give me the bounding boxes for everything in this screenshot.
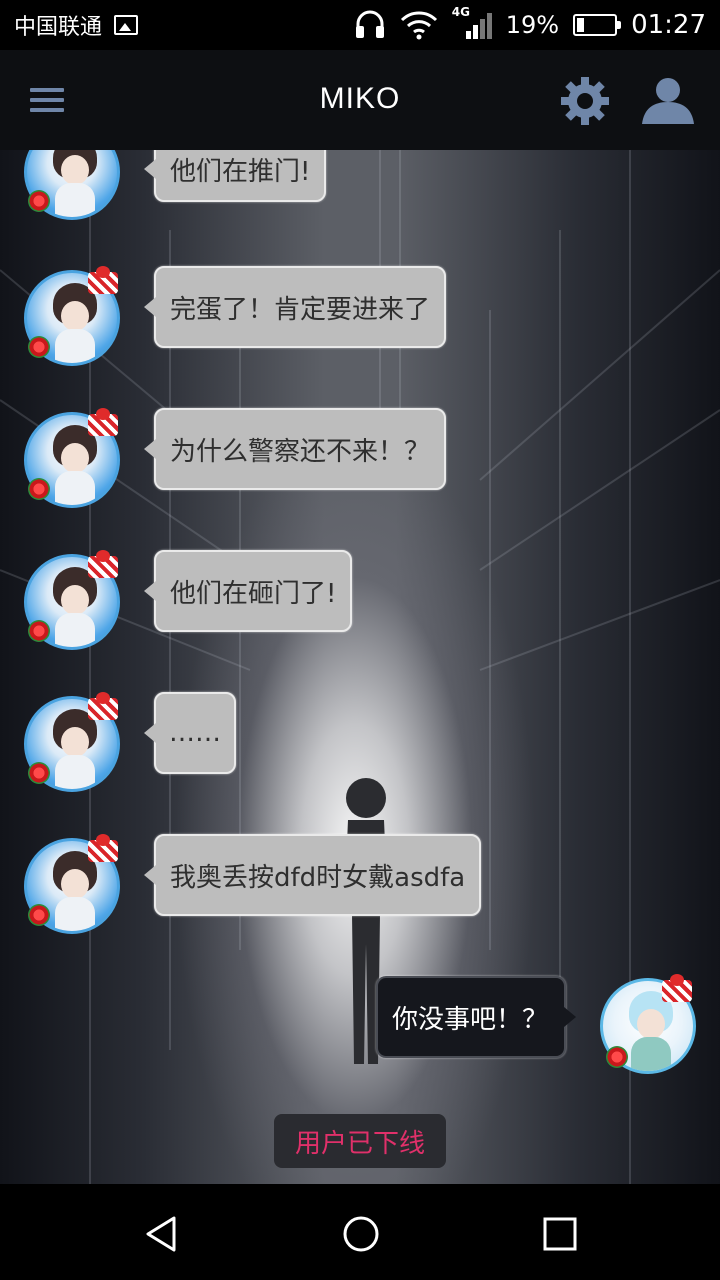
recents-icon[interactable] <box>540 1214 580 1254</box>
message-bubble[interactable]: 为什么警察还不来！？ <box>143 408 447 490</box>
flower-decoration <box>28 762 50 784</box>
cake-decoration <box>662 974 696 1004</box>
wifi-icon <box>400 11 437 40</box>
page-title: MIKO <box>319 82 401 115</box>
carrier-name: 中国联通 <box>14 15 103 40</box>
flower-decoration <box>28 190 50 212</box>
battery-icon <box>573 14 622 36</box>
user-icon[interactable] <box>640 76 696 126</box>
flower-decoration <box>28 478 50 500</box>
signal-icon: 4G <box>452 5 492 41</box>
message-bubble[interactable]: 他们在砸门了! <box>143 550 353 632</box>
gear-icon[interactable] <box>558 74 612 128</box>
flower-decoration <box>606 1046 628 1068</box>
message-bubble-self[interactable]: 你没事吧！？ <box>376 976 576 1058</box>
message-row: 为什么警察还不来！？ <box>0 408 720 508</box>
message-bubble[interactable]: …… <box>144 692 236 774</box>
message-row: …… <box>0 692 720 792</box>
message-bubble[interactable]: 我奥丢按dfd时女戴asdfa <box>143 834 482 916</box>
home-icon[interactable] <box>341 1214 381 1254</box>
status-icons: 4G 19% 01:27 <box>354 5 706 41</box>
status-bar: 中国联通 4G 19% 01:27 <box>0 0 720 50</box>
user-offline-notice: 用户已下线 <box>274 1114 446 1168</box>
message-bubble[interactable]: 完蛋了！肯定要进来了 <box>143 266 447 348</box>
clock: 01:27 <box>631 10 706 40</box>
picture-icon <box>114 15 139 35</box>
cake-decoration <box>88 692 122 722</box>
navigation-bar <box>0 1184 720 1280</box>
battery-percent: 19% <box>505 11 560 39</box>
cake-decoration <box>88 550 122 580</box>
back-icon[interactable] <box>142 1214 182 1254</box>
flower-decoration <box>28 620 50 642</box>
message-row: 我奥丢按dfd时女戴asdfa <box>0 834 720 934</box>
flower-decoration <box>28 904 50 926</box>
message-row: 他们在砸门了! <box>0 550 720 650</box>
app-bar: MIKO <box>0 50 720 150</box>
headset-icon <box>355 10 384 38</box>
message-row: 完蛋了！肯定要进来了 <box>0 266 720 366</box>
chat-area[interactable]: 他们在推门! 完蛋了！肯定要进来了 为什么警察还不来！？ 他们在砸门了! …… … <box>0 150 720 1184</box>
cake-decoration <box>88 408 122 438</box>
message-row: 他们在推门! <box>0 150 720 246</box>
message-row-self: 你没事吧！？ <box>0 974 720 1076</box>
message-bubble[interactable]: 他们在推门! <box>143 150 327 202</box>
flower-decoration <box>28 336 50 358</box>
cake-decoration <box>88 266 122 296</box>
cake-decoration <box>88 834 122 864</box>
